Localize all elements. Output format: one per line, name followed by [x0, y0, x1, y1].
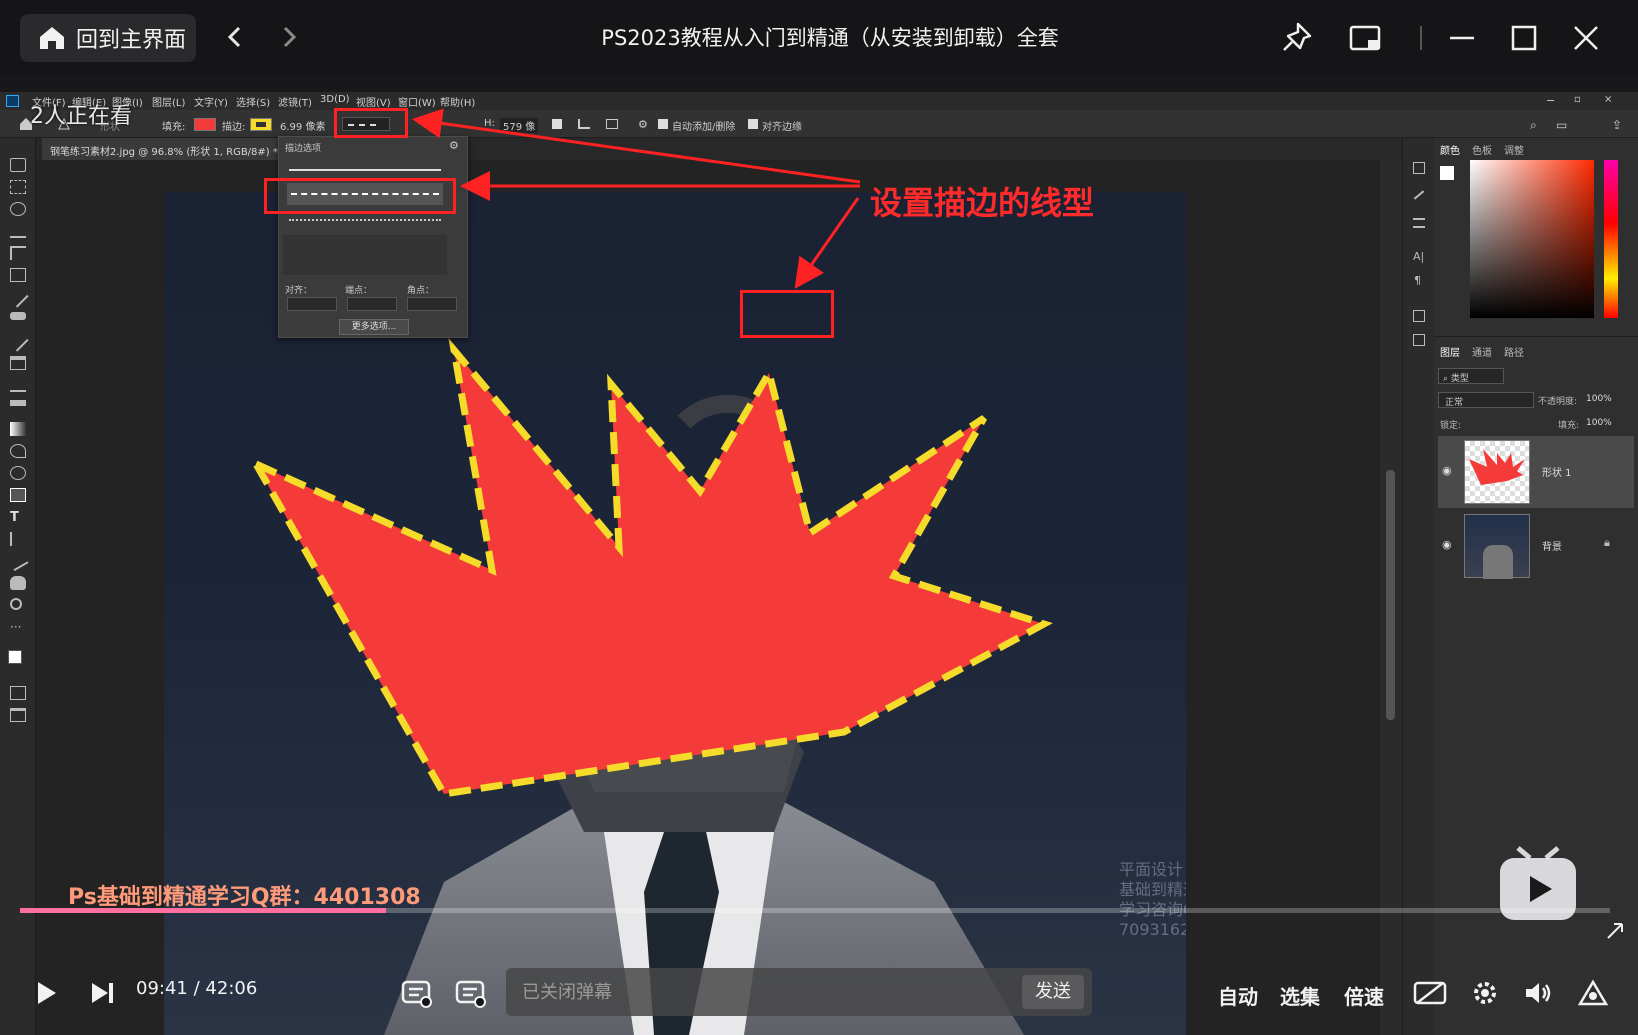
- danmaku-settings-icon[interactable]: [454, 976, 488, 1010]
- home-button-label: 回到主界面: [76, 28, 187, 53]
- quality-auto-button[interactable]: 自动: [1218, 981, 1258, 1010]
- title-bar: 回到主界面 PS2023教程从入门到精通（从安装到卸载）全套: [0, 0, 1638, 74]
- mini-player-icon[interactable]: [1346, 18, 1386, 58]
- fullscreen-icon[interactable]: [1576, 978, 1610, 1008]
- danmaku-toggle-icon[interactable]: [400, 976, 434, 1010]
- viewer-count: 2人正在看: [30, 104, 132, 129]
- progress-fill: [20, 908, 386, 913]
- qq-group-caption: Ps基础到精通学习Q群：4401308: [68, 885, 421, 910]
- time-display: 09:41 / 42:06: [136, 978, 257, 999]
- danmaku-input-box: 发送: [506, 968, 1092, 1016]
- collapse-icon[interactable]: [1604, 920, 1626, 942]
- forward-arrow-icon[interactable]: [272, 20, 306, 54]
- speed-button[interactable]: 倍速: [1344, 981, 1384, 1010]
- time-separator: /: [193, 978, 200, 999]
- window-title: PS2023教程从入门到精通（从安装到卸载）全套: [601, 26, 1059, 50]
- home-button[interactable]: 回到主界面: [20, 14, 196, 62]
- danmaku-input[interactable]: [522, 980, 1002, 1004]
- total-time: 42:06: [205, 978, 258, 999]
- current-time: 09:41: [136, 978, 188, 999]
- volume-icon[interactable]: [1522, 978, 1552, 1008]
- settings-icon[interactable]: [1470, 978, 1500, 1008]
- next-icon[interactable]: [88, 978, 118, 1008]
- annotation-text: 设置描边的线型: [870, 184, 1095, 222]
- episodes-button[interactable]: 选集: [1280, 981, 1320, 1010]
- back-arrow-icon[interactable]: [218, 20, 252, 54]
- play-icon[interactable]: [30, 978, 60, 1008]
- progress-bar[interactable]: [20, 908, 1610, 913]
- send-button[interactable]: 发送: [1022, 975, 1084, 1009]
- video-player[interactable]: 文件(F) 编辑(E) 图像(I) 图层(L) 文字(Y) 选择(S) 滤镜(T…: [0, 74, 1638, 1035]
- subtitle-icon[interactable]: [1412, 978, 1448, 1008]
- maximize-icon[interactable]: [1504, 18, 1544, 58]
- minimize-icon[interactable]: [1442, 18, 1482, 58]
- pin-icon[interactable]: [1278, 18, 1318, 58]
- home-icon: [40, 27, 64, 49]
- title-divider: [1420, 26, 1422, 50]
- close-icon[interactable]: [1566, 18, 1606, 58]
